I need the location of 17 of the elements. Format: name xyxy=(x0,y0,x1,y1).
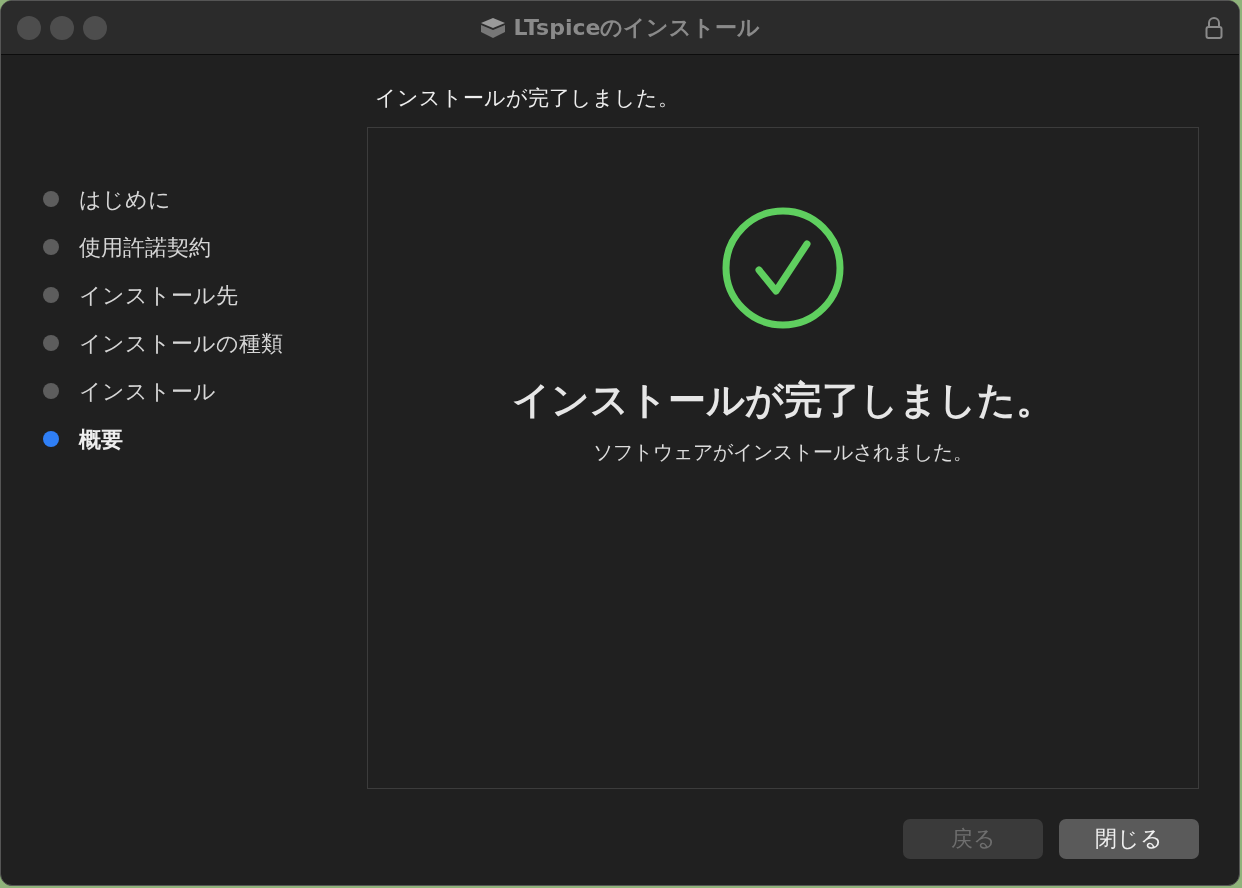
completion-message: ソフトウェアがインストールされました。 xyxy=(593,438,973,466)
step-label: 概要 xyxy=(79,425,123,454)
step-label: 使用許諾契約 xyxy=(79,233,211,262)
package-icon xyxy=(479,16,506,39)
step-label: はじめに xyxy=(79,185,171,214)
step-label: インストールの種類 xyxy=(79,329,283,358)
lock-icon xyxy=(1205,15,1223,40)
minimize-button[interactable] xyxy=(50,15,74,40)
zoom-button[interactable] xyxy=(83,15,107,40)
close-button[interactable] xyxy=(17,15,41,40)
window-title: LTspiceのインストール xyxy=(513,14,761,42)
checkmark-icon xyxy=(721,205,845,330)
step-label: インストール xyxy=(79,377,216,406)
step-label: インストール先 xyxy=(79,281,238,310)
page-header: インストールが完了しました。 xyxy=(374,85,680,112)
dialog-button[interactable]: 閉じる xyxy=(1059,818,1199,859)
completion-heading: インストールが完了しました。 xyxy=(512,376,1054,424)
